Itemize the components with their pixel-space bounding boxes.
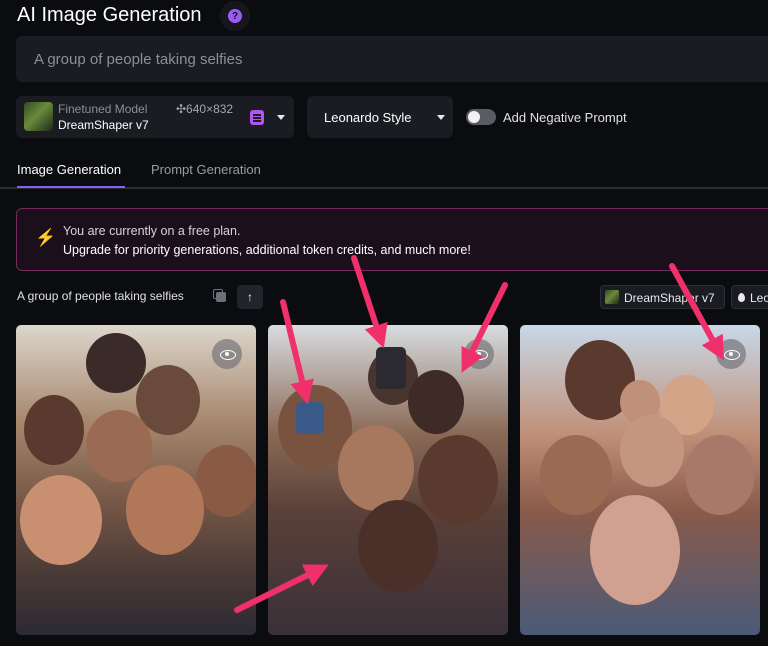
generated-image-2[interactable] bbox=[268, 325, 508, 635]
question-icon: ? bbox=[228, 9, 242, 23]
generated-image-1[interactable] bbox=[16, 325, 256, 635]
person-face bbox=[418, 435, 498, 525]
model-type-label: Finetuned Model bbox=[58, 102, 148, 116]
edit-model-icon[interactable] bbox=[250, 110, 264, 125]
model-chip[interactable]: DreamShaper v7 bbox=[600, 285, 725, 309]
phone bbox=[296, 402, 324, 434]
style-chip[interactable]: Leo bbox=[731, 285, 768, 309]
person-face bbox=[86, 410, 152, 482]
lightning-icon: ⚡ bbox=[35, 228, 57, 247]
help-button[interactable]: ? bbox=[220, 1, 250, 31]
person-face bbox=[620, 415, 684, 487]
eye-icon[interactable] bbox=[716, 339, 746, 369]
prompt-input[interactable]: A group of people taking selfies bbox=[16, 36, 768, 82]
person-face bbox=[408, 370, 464, 434]
style-chip-label: Leo bbox=[750, 291, 768, 305]
eye-icon[interactable] bbox=[464, 339, 494, 369]
eye-icon[interactable] bbox=[212, 339, 242, 369]
reuse-prompt-button[interactable]: ↑ bbox=[237, 285, 263, 309]
chevron-down-icon bbox=[437, 115, 445, 120]
page-title: AI Image Generation bbox=[17, 4, 202, 26]
drop-icon bbox=[738, 293, 745, 302]
person-face bbox=[86, 333, 146, 393]
person-face bbox=[358, 500, 438, 592]
person-face bbox=[24, 395, 84, 465]
phone bbox=[376, 347, 406, 389]
toggle-knob bbox=[468, 111, 480, 123]
image-dimensions: ✣640×832 bbox=[176, 102, 234, 116]
person-face bbox=[196, 445, 256, 517]
generation-prompt: A group of people taking selfies bbox=[17, 289, 184, 303]
upgrade-banner[interactable]: ⚡ You are currently on a free plan. Upgr… bbox=[16, 208, 768, 271]
banner-plan-text: You are currently on a free plan. bbox=[63, 224, 241, 238]
style-dropdown[interactable]: Leonardo Style bbox=[307, 96, 453, 138]
person-face bbox=[126, 465, 204, 555]
tab-image-generation[interactable]: Image Generation bbox=[17, 162, 121, 177]
person-face bbox=[685, 435, 755, 515]
person-face bbox=[20, 475, 102, 565]
model-chip-label: DreamShaper v7 bbox=[624, 291, 715, 305]
model-thumbnail bbox=[24, 102, 53, 131]
negative-prompt-label: Add Negative Prompt bbox=[503, 110, 627, 125]
tab-prompt-generation[interactable]: Prompt Generation bbox=[151, 162, 261, 177]
person-face bbox=[338, 425, 414, 511]
banner-upgrade-text: Upgrade for priority generations, additi… bbox=[63, 243, 471, 257]
style-label: Leonardo Style bbox=[324, 110, 412, 125]
model-selector[interactable]: Finetuned Model DreamShaper v7 ✣640×832 bbox=[16, 96, 294, 138]
model-chip-thumbnail bbox=[605, 290, 619, 304]
chevron-down-icon[interactable] bbox=[277, 115, 285, 120]
active-tab-indicator bbox=[17, 186, 125, 188]
copy-icon[interactable] bbox=[213, 289, 226, 302]
person-face bbox=[590, 495, 680, 605]
generated-image-3[interactable] bbox=[520, 325, 760, 635]
model-name: DreamShaper v7 bbox=[58, 118, 149, 132]
person-face bbox=[540, 435, 612, 515]
negative-prompt-toggle[interactable] bbox=[466, 109, 496, 125]
